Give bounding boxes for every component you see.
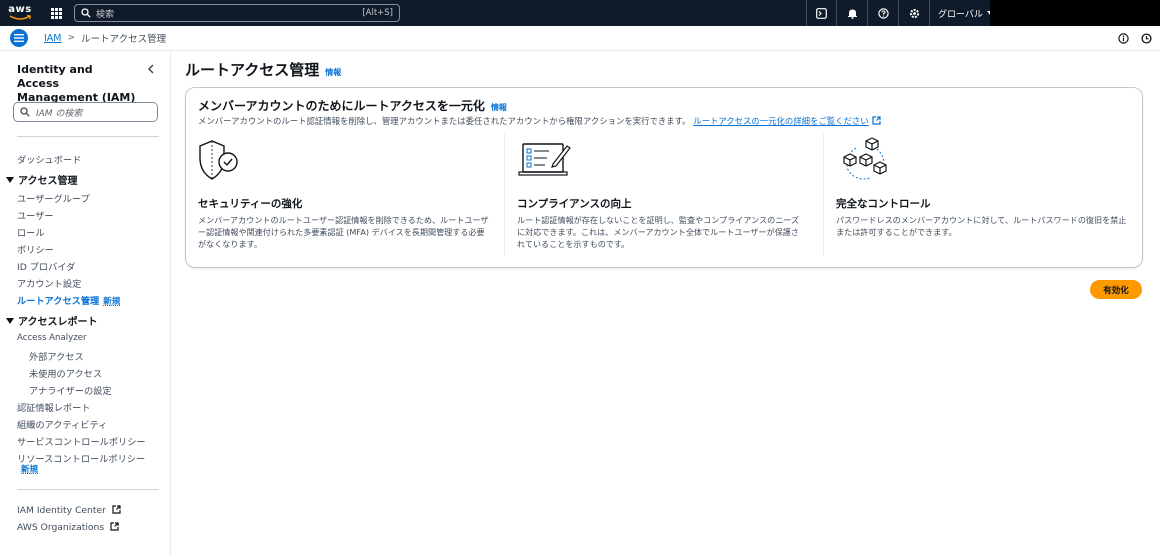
sidebar-item-org-activity[interactable]: 組織のアクティビティ bbox=[17, 417, 107, 431]
sidebar-item-dashboard[interactable]: ダッシュボード bbox=[17, 152, 81, 166]
sidebar-item-label: ルートアクセス管理 bbox=[17, 296, 100, 307]
sidebar-item-user-groups[interactable]: ユーザーグループ bbox=[17, 191, 90, 205]
sidebar-item-external-access[interactable]: 外部アクセス bbox=[29, 349, 84, 363]
feature-description: パスワードレスのメンバーアカウントに対して、ルートパスワードの復旧を禁止または許… bbox=[836, 215, 1127, 237]
column-divider bbox=[823, 134, 824, 256]
account-menu-redacted[interactable] bbox=[990, 0, 1160, 26]
external-link-icon bbox=[872, 116, 881, 125]
breadcrumb-iam[interactable]: IAM bbox=[44, 33, 62, 44]
feature-title: コンプライアンスの向上 bbox=[517, 198, 632, 210]
help-icon[interactable] bbox=[868, 0, 899, 26]
card-info-link[interactable]: 情報 bbox=[491, 102, 507, 113]
sidebar-section-access-management[interactable]: アクセス管理 bbox=[6, 172, 78, 187]
feature-description: ルート認証情報が存在しないことを証明し、監査やコンプライアンスのニーズに対応でき… bbox=[517, 215, 800, 249]
aws-logo[interactable]: aws bbox=[0, 0, 40, 26]
sidebar-search-input[interactable]: IAM の検索 bbox=[13, 102, 158, 122]
sidebar-item-analyzer-settings[interactable]: アナライザーの設定 bbox=[29, 383, 112, 397]
sidebar-item-users[interactable]: ユーザー bbox=[17, 208, 54, 222]
page-title-text: ルートアクセス管理 bbox=[185, 61, 320, 79]
global-search-input[interactable]: 検索 [Alt+S] bbox=[74, 4, 400, 22]
collapse-sidebar-icon[interactable] bbox=[145, 63, 157, 75]
region-label: グローバル bbox=[938, 9, 983, 20]
enable-button[interactable]: 有効化 bbox=[1090, 280, 1142, 299]
divider bbox=[17, 489, 159, 490]
search-icon bbox=[81, 8, 91, 18]
new-badge: 新規 bbox=[21, 465, 39, 475]
sidebar-item-scp[interactable]: サービスコントロールポリシー bbox=[17, 434, 146, 448]
search-placeholder: 検索 bbox=[96, 9, 115, 20]
card-title-text: メンバーアカウントのためにルートアクセスを一元化 bbox=[198, 99, 485, 113]
feature-description: メンバーアカウントのルートユーザー認証情報を削除できるため、ルートユーザー認証情… bbox=[198, 215, 489, 249]
card-title: メンバーアカウントのためにルートアクセスを一元化 情報 bbox=[198, 97, 507, 114]
feature-title: セキュリティーの強化 bbox=[198, 198, 303, 210]
sidebar-item-credential-report[interactable]: 認証情報レポート bbox=[17, 400, 91, 414]
sidebar-title[interactable]: Identity and Access Management (IAM) bbox=[17, 63, 137, 105]
root-access-info-card: メンバーアカウントのためにルートアクセスを一元化 情報 メンバーアカウントのルー… bbox=[185, 87, 1143, 268]
section-label: アクセス管理 bbox=[18, 176, 78, 187]
breadcrumb-current: ルートアクセス管理 bbox=[81, 34, 167, 45]
card-description-text: メンバーアカウントのルート認証情報を削除し、管理アカウントまたは委任されたアカウ… bbox=[198, 116, 691, 126]
sidebar-item-account-settings[interactable]: アカウント設定 bbox=[17, 276, 81, 290]
sidebar-search-placeholder: IAM の検索 bbox=[36, 108, 83, 119]
external-link-icon bbox=[112, 505, 121, 514]
settings-gear-icon[interactable] bbox=[899, 0, 930, 26]
side-nav-toggle-icon[interactable] bbox=[10, 29, 28, 47]
services-menu-icon[interactable] bbox=[44, 0, 68, 26]
sidebar-item-access-analyzer[interactable]: Access Analyzer bbox=[17, 333, 87, 343]
sidebar-item-root-access[interactable]: ルートアクセス管理 新規 bbox=[17, 293, 120, 307]
breadcrumb-bar: IAM > ルートアクセス管理 bbox=[0, 26, 1160, 51]
recent-history-icon[interactable] bbox=[1141, 33, 1152, 44]
sidebar-item-unused-access[interactable]: 未使用のアクセス bbox=[29, 366, 102, 380]
compliance-checklist-icon bbox=[517, 138, 573, 184]
search-shortcut: [Alt+S] bbox=[362, 8, 393, 18]
info-circle-icon[interactable] bbox=[1118, 33, 1129, 44]
aws-smile-icon bbox=[9, 15, 31, 20]
sidebar-section-access-reports[interactable]: アクセスレポート bbox=[6, 313, 98, 328]
card-description: メンバーアカウントのルート認証情報を削除し、管理アカウントまたは委任されたアカウ… bbox=[198, 115, 881, 127]
top-right-controls: グローバル bbox=[806, 0, 1002, 26]
divider bbox=[17, 136, 159, 137]
learn-more-text: ルートアクセスの一元化の詳細をご覧ください bbox=[693, 116, 869, 126]
learn-more-link[interactable]: ルートアクセスの一元化の詳細をご覧ください bbox=[693, 116, 881, 126]
notifications-icon[interactable] bbox=[837, 0, 868, 26]
shield-check-icon bbox=[198, 138, 246, 184]
link-label: AWS Organizations bbox=[17, 522, 105, 533]
side-navigation: Identity and Access Management (IAM) IAM… bbox=[0, 51, 171, 556]
page-title: ルートアクセス管理 情報 bbox=[185, 59, 341, 80]
sidebar-link-identity-center[interactable]: IAM Identity Center bbox=[17, 505, 121, 516]
chevron-right-icon: > bbox=[67, 33, 76, 43]
sidebar-item-identity-providers[interactable]: ID プロバイダ bbox=[17, 259, 75, 273]
sidebar-item-roles[interactable]: ロール bbox=[17, 225, 45, 239]
feature-title: 完全なコントロール bbox=[836, 198, 931, 210]
column-divider bbox=[504, 134, 505, 256]
caret-down-icon bbox=[6, 317, 14, 324]
breadcrumb-right-icons bbox=[1118, 26, 1152, 51]
link-label: IAM Identity Center bbox=[17, 505, 106, 516]
search-icon bbox=[20, 107, 30, 117]
sidebar-link-organizations[interactable]: AWS Organizations bbox=[17, 522, 119, 533]
external-link-icon bbox=[110, 522, 119, 531]
top-navigation: aws 検索 [Alt+S] グローバル bbox=[0, 0, 1160, 26]
connected-cubes-icon bbox=[836, 137, 892, 184]
feature-security: セキュリティーの強化 メンバーアカウントのルートユーザー認証情報を削除できるため… bbox=[198, 132, 496, 254]
sidebar-item-policies[interactable]: ポリシー bbox=[17, 242, 54, 256]
cloudshell-icon[interactable] bbox=[806, 0, 837, 26]
new-badge: 新規 bbox=[103, 297, 121, 307]
section-label: アクセスレポート bbox=[18, 317, 98, 328]
feature-compliance: コンプライアンスの向上 ルート認証情報が存在しないことを証明し、監査やコンプライ… bbox=[517, 132, 815, 254]
feature-full-control: 完全なコントロール パスワードレスのメンバーアカウントに対して、ルートパスワード… bbox=[836, 132, 1134, 254]
caret-down-icon bbox=[6, 176, 14, 183]
info-link[interactable]: 情報 bbox=[325, 67, 341, 78]
